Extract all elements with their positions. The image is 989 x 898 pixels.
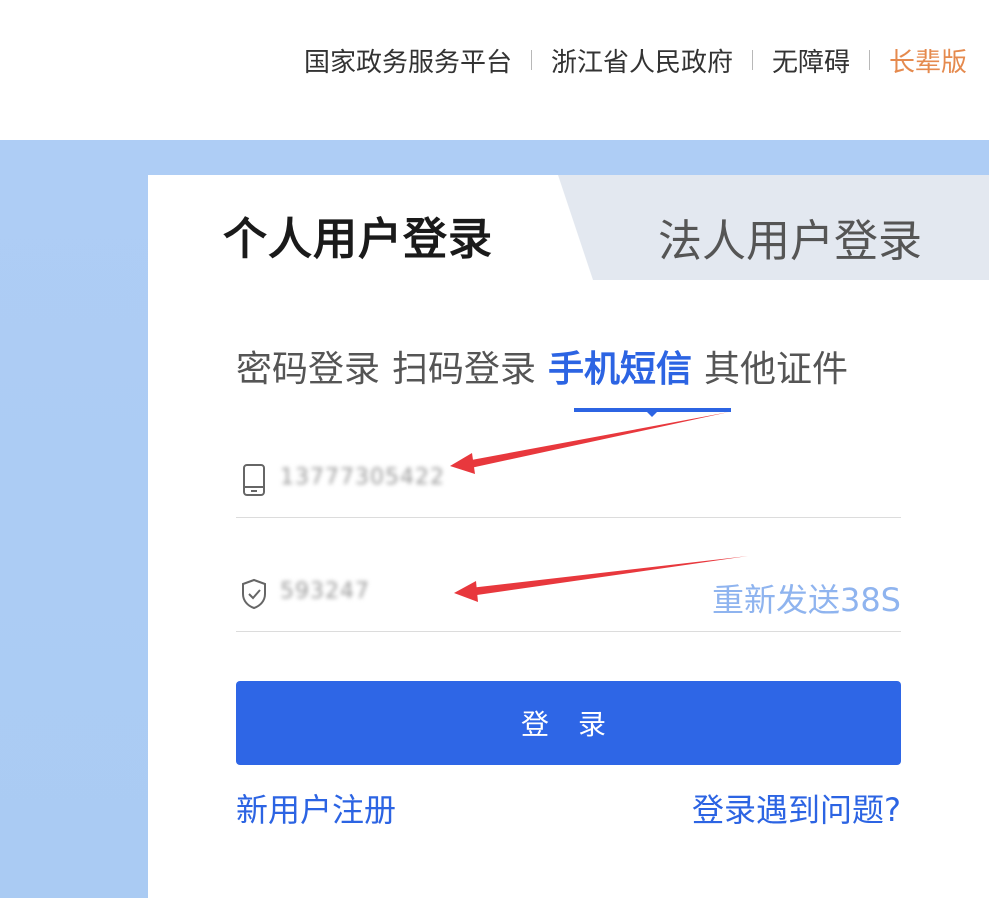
separator (530, 50, 532, 70)
link-national-platform[interactable]: 国家政务服务平台 (304, 42, 512, 79)
verification-code-field[interactable]: 593247 重新发送38S (236, 561, 901, 632)
code-value[interactable]: 593247 (280, 579, 370, 604)
phone-field[interactable]: 13777305422 (236, 447, 901, 518)
mobile-phone-icon (243, 464, 265, 496)
separator (751, 50, 753, 70)
method-sms[interactable]: 手机短信 (548, 340, 692, 392)
method-other-id[interactable]: 其他证件 (704, 340, 848, 392)
top-links: 国家政务服务平台 浙江省人民政府 无障碍 长辈版 (304, 40, 967, 80)
method-qrcode[interactable]: 扫码登录 (392, 340, 536, 392)
active-method-caret (646, 411, 658, 417)
method-password[interactable]: 密码登录 (236, 340, 380, 392)
tab-personal-login[interactable]: 个人用户登录 (223, 203, 493, 267)
login-card: 个人用户登录 法人用户登录 密码登录 扫码登录 手机短信 其他证件 137773… (148, 175, 989, 898)
top-navigation: 国家政务服务平台 浙江省人民政府 无障碍 长辈版 (0, 0, 989, 140)
login-method-tabs: 密码登录 扫码登录 手机短信 其他证件 (236, 340, 860, 392)
shield-check-icon (242, 578, 266, 610)
tab-legal-login[interactable]: 法人用户登录 (658, 205, 922, 269)
login-button[interactable]: 登 录 (236, 681, 901, 765)
link-elder-version[interactable]: 长辈版 (889, 42, 967, 79)
phone-value[interactable]: 13777305422 (280, 465, 445, 490)
login-help-link[interactable]: 登录遇到问题? (692, 785, 901, 831)
resend-code-button[interactable]: 重新发送38S (712, 575, 901, 621)
link-zhejiang-government[interactable]: 浙江省人民政府 (551, 42, 733, 79)
link-accessibility[interactable]: 无障碍 (772, 42, 850, 79)
register-link[interactable]: 新用户注册 (236, 785, 396, 831)
separator (868, 50, 870, 70)
